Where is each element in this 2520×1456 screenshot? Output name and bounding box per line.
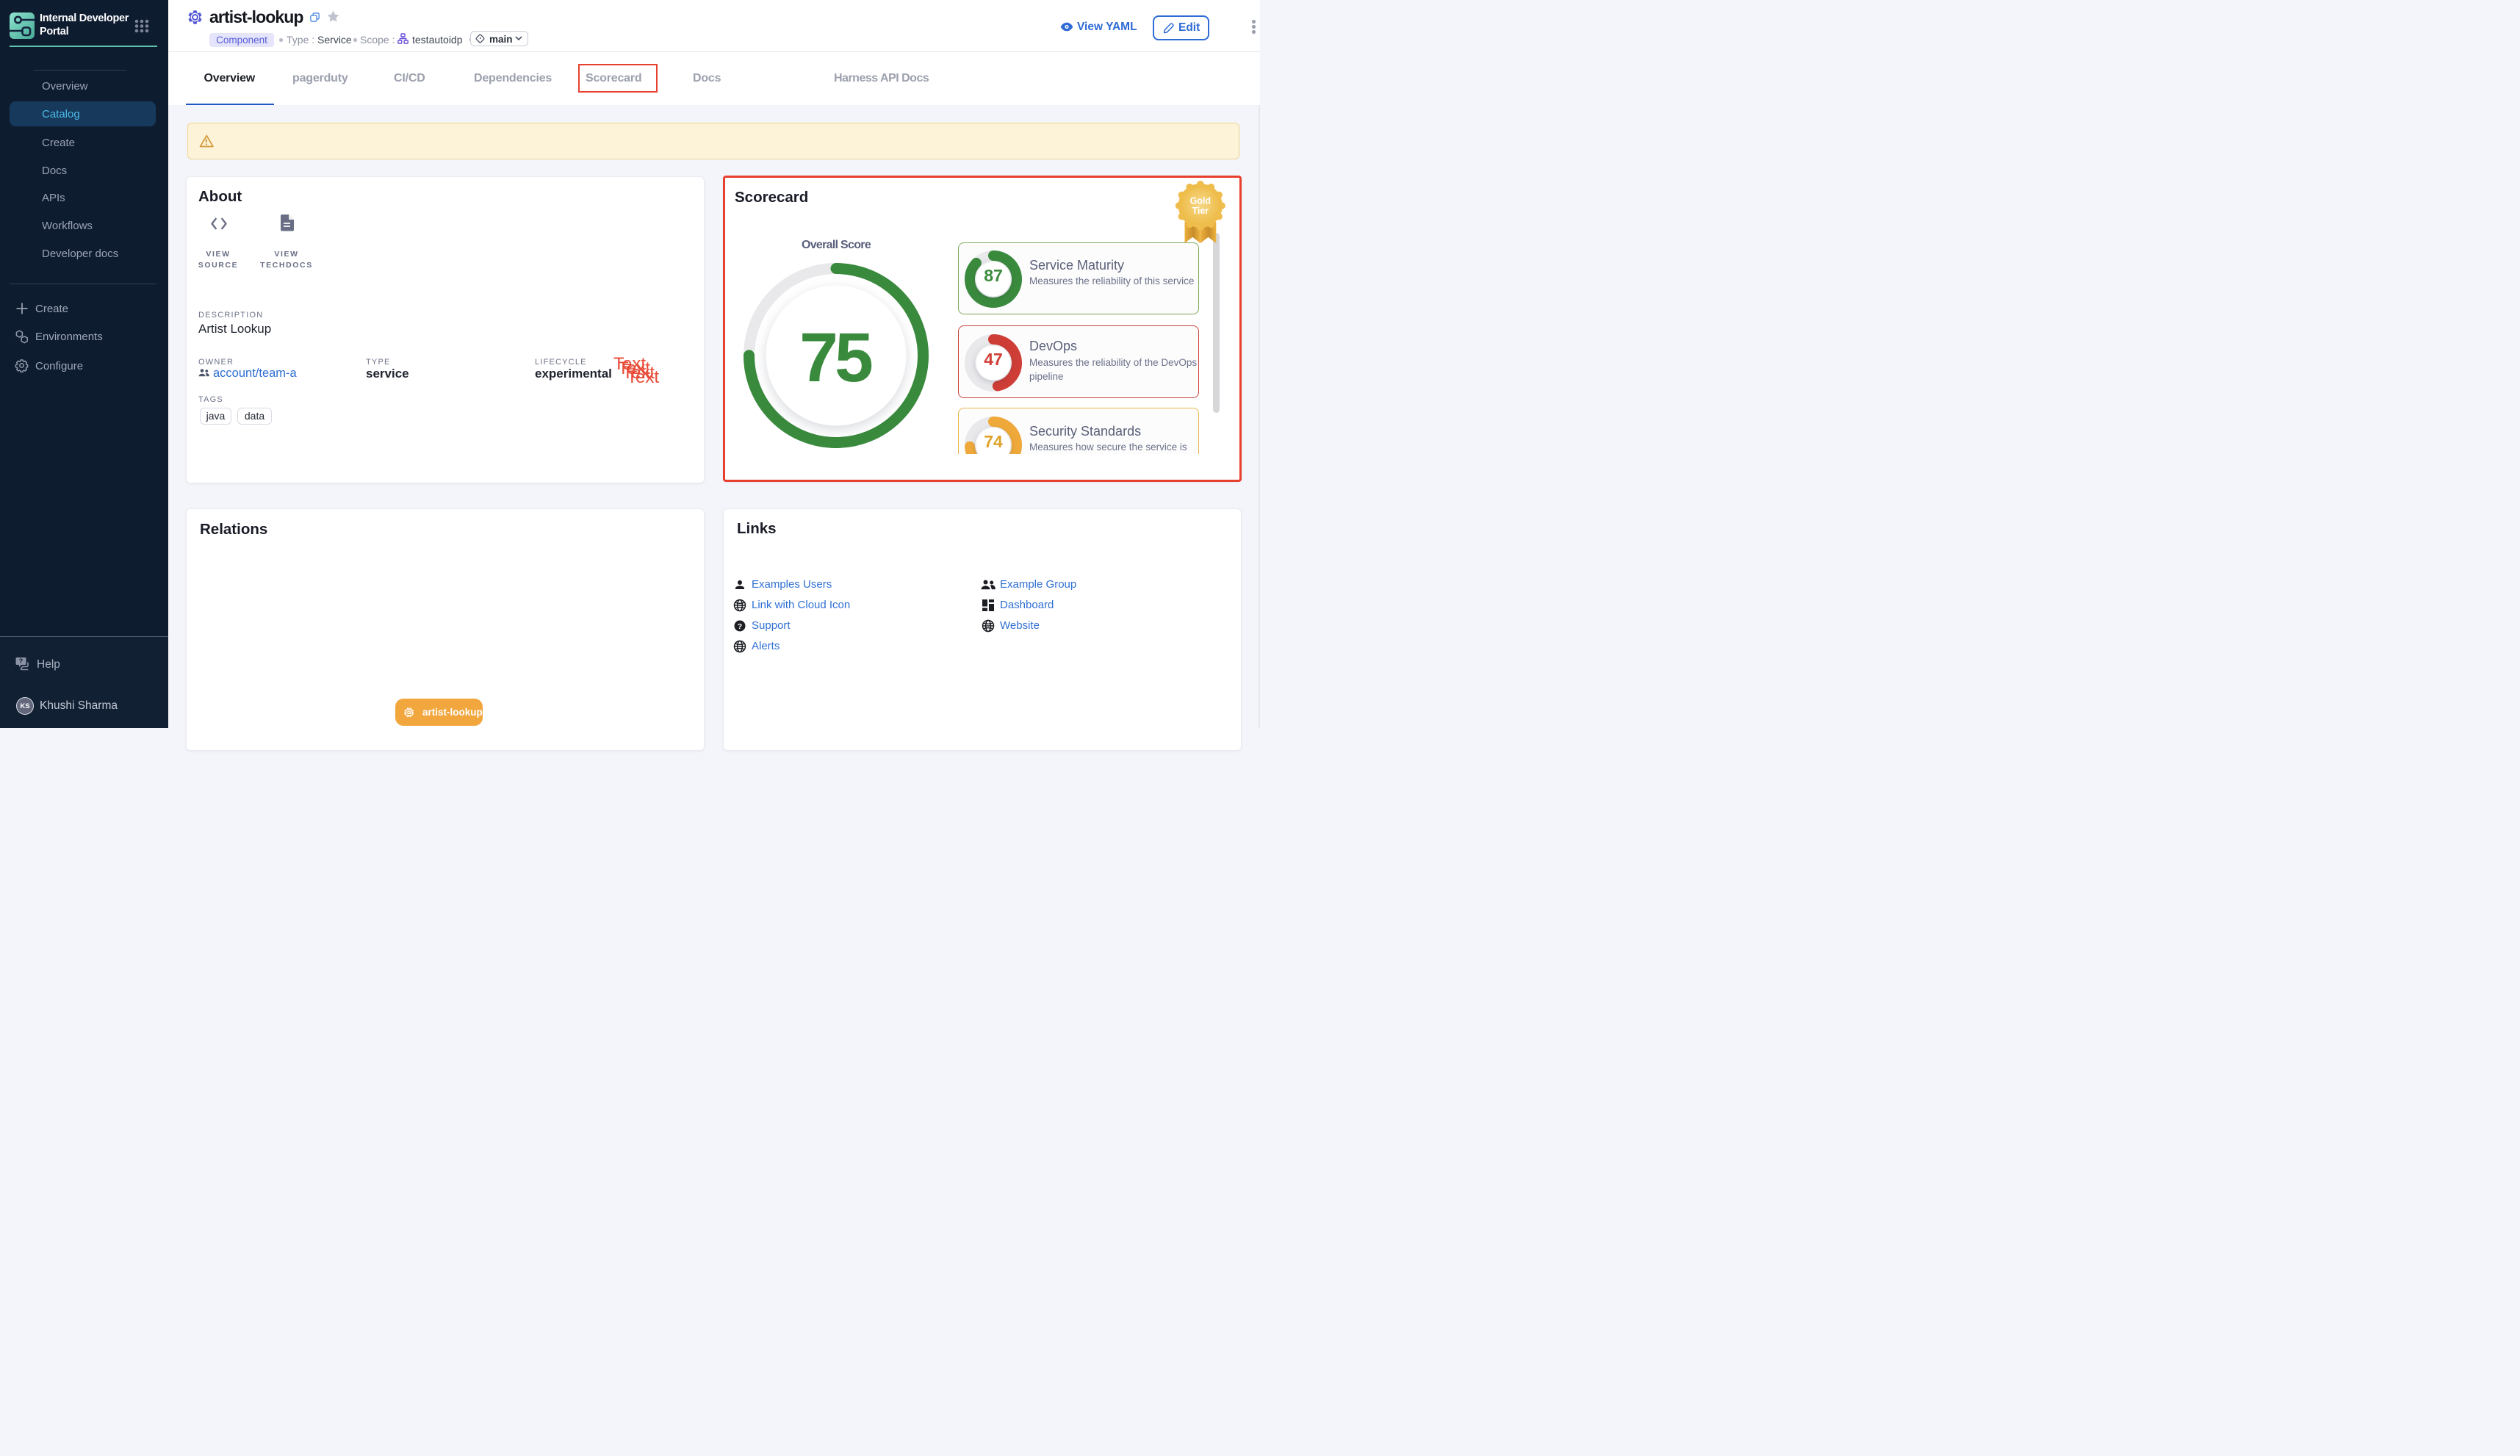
svg-text:?: ?	[19, 657, 24, 665]
svg-text:Gold: Gold	[1190, 196, 1211, 206]
svg-text:?: ?	[738, 622, 742, 631]
svg-text:Tier: Tier	[1192, 206, 1209, 216]
